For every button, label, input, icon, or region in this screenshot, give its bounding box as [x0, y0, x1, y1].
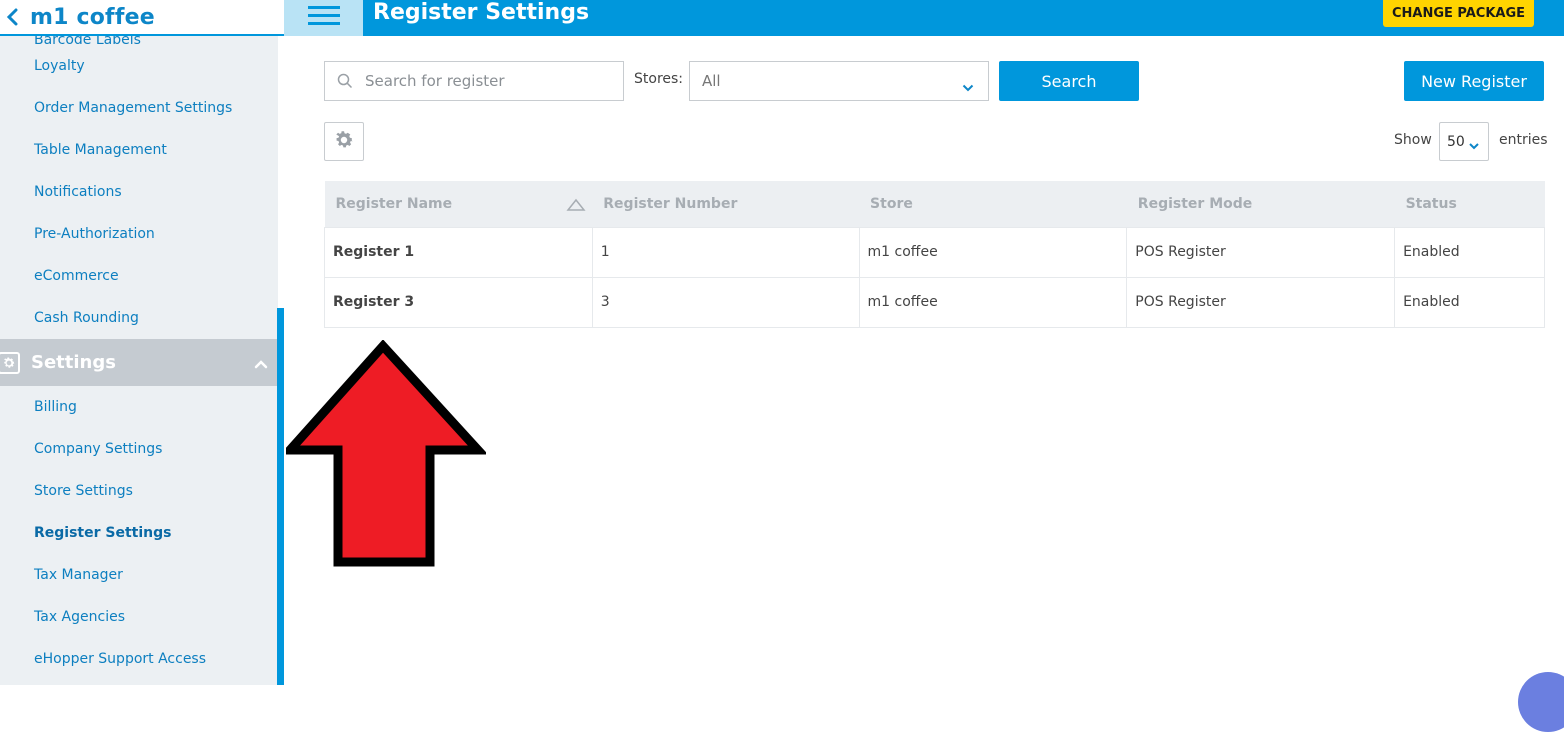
top-bar: Register Settings CHANGE PACKAGE: [284, 0, 1564, 36]
chevron-up-icon[interactable]: [254, 354, 268, 373]
new-register-button[interactable]: New Register: [1404, 61, 1544, 101]
sidebar-section-settings[interactable]: Settings: [0, 339, 278, 386]
sidebar-divider: [278, 36, 284, 308]
column-header-register-number[interactable]: Register Number: [592, 181, 860, 227]
annotation-arrow-icon: [286, 340, 486, 567]
sort-ascending-icon[interactable]: [566, 198, 586, 216]
sidebar-item-store-settings[interactable]: Store Settings: [0, 470, 278, 512]
column-settings-button[interactable]: [324, 122, 364, 161]
chevron-down-icon: [1469, 138, 1479, 154]
cell-register-mode: POS Register: [1126, 226, 1396, 278]
stores-select-value: All: [702, 72, 721, 90]
stores-select[interactable]: All: [689, 61, 989, 101]
sidebar: m1 coffee Barcode Labels Loyalty Order M…: [0, 0, 284, 685]
page-title: Register Settings: [373, 0, 590, 25]
entries-per-page-select[interactable]: 50: [1439, 122, 1489, 161]
cell-register-number: 1: [591, 226, 860, 278]
sidebar-item-loyalty[interactable]: Loyalty: [0, 45, 278, 87]
stores-label: Stores:: [634, 71, 684, 87]
menu-button[interactable]: [284, 0, 363, 36]
sidebar-scrollbar[interactable]: [277, 308, 284, 685]
show-label: Show: [1394, 132, 1432, 148]
search-field[interactable]: [324, 61, 624, 101]
sidebar-item-barcode-labels[interactable]: Barcode Labels: [0, 36, 278, 45]
table-row[interactable]: Register 1 1 m1 coffee POS Register Enab…: [324, 226, 1545, 278]
cell-register-name[interactable]: Register 1: [324, 226, 593, 278]
table-row[interactable]: Register 3 3 m1 coffee POS Register Enab…: [324, 276, 1545, 328]
sidebar-item-tax-agencies[interactable]: Tax Agencies: [0, 596, 278, 638]
back-chevron-icon[interactable]: [0, 0, 30, 35]
search-input[interactable]: [363, 71, 613, 91]
sidebar-item-ecommerce[interactable]: eCommerce: [0, 255, 278, 297]
sidebar-item-cash-rounding[interactable]: Cash Rounding: [0, 297, 278, 339]
cell-store: m1 coffee: [858, 276, 1128, 328]
gear-icon: [333, 129, 355, 155]
chevron-down-icon: [962, 77, 974, 96]
search-button[interactable]: Search: [999, 61, 1139, 101]
cell-register-mode: POS Register: [1126, 276, 1396, 328]
column-header-store[interactable]: Store: [859, 181, 1127, 227]
sidebar-item-order-management-settings[interactable]: Order Management Settings: [0, 87, 278, 129]
chat-widget-button[interactable]: [1518, 672, 1564, 732]
table-header-row: Register Name Register Number Store Regi…: [324, 181, 1545, 227]
column-header-register-mode[interactable]: Register Mode: [1126, 181, 1395, 227]
sidebar-item-table-management[interactable]: Table Management: [0, 129, 278, 171]
sidebar-item-pre-authorization[interactable]: Pre-Authorization: [0, 213, 278, 255]
gear-icon: [0, 351, 20, 374]
search-icon: [337, 73, 353, 89]
company-name[interactable]: m1 coffee: [30, 5, 155, 30]
cell-register-name[interactable]: Register 3: [324, 276, 593, 328]
sidebar-item-company-settings[interactable]: Company Settings: [0, 428, 278, 470]
sidebar-item-ehopper-support-access[interactable]: eHopper Support Access: [0, 638, 278, 680]
cell-register-number: 3: [591, 276, 860, 328]
sidebar-nav: Barcode Labels Loyalty Order Management …: [0, 36, 278, 680]
change-package-button[interactable]: CHANGE PACKAGE: [1383, 0, 1534, 27]
registers-table: Register Name Register Number Store Regi…: [324, 181, 1545, 328]
sidebar-item-register-settings[interactable]: Register Settings: [0, 512, 278, 554]
sidebar-section-label: Settings: [31, 352, 116, 373]
column-header-status[interactable]: Status: [1394, 181, 1545, 227]
sidebar-header: m1 coffee: [0, 0, 284, 36]
hamburger-icon: [307, 5, 340, 31]
column-header-register-name[interactable]: Register Name: [324, 181, 593, 227]
entries-label: entries: [1499, 132, 1548, 148]
sidebar-item-notifications[interactable]: Notifications: [0, 171, 278, 213]
cell-status: Enabled: [1394, 276, 1545, 328]
entries-select-value: 50: [1447, 133, 1465, 150]
cell-status: Enabled: [1394, 226, 1545, 278]
sidebar-item-tax-manager[interactable]: Tax Manager: [0, 554, 278, 596]
sidebar-item-billing[interactable]: Billing: [0, 386, 278, 428]
cell-store: m1 coffee: [858, 226, 1128, 278]
